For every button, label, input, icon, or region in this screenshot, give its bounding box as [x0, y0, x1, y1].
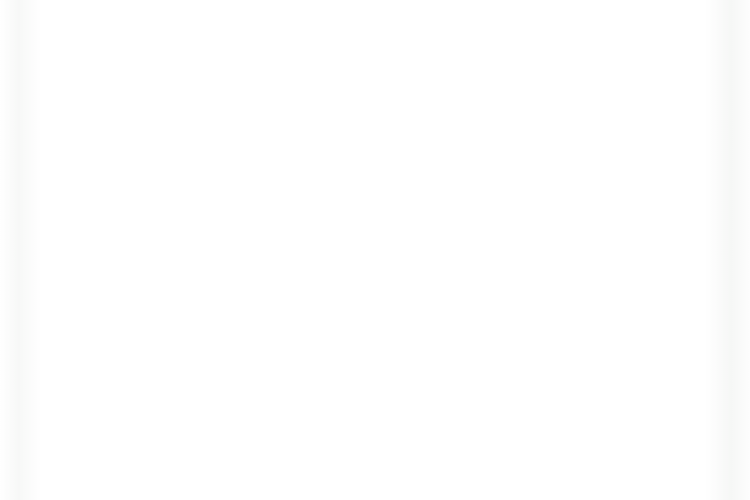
cell-birth-date: 06月22日—07月23日	[418, 195, 718, 229]
column-header-birth-date: 出生日期（阳历）	[418, 44, 718, 81]
scan-speck	[424, 2, 426, 5]
table-row: 射手座 Sagittarius 紫红 11月23日—12月22日	[35, 380, 718, 414]
column-header-english-name: 英文名称	[172, 44, 332, 81]
table-row: 巨蟹座 Cancer 白 06月22日—07月23日	[35, 195, 718, 229]
table-row: 狮子座 Leo 橙 07月24日—08月23日	[35, 232, 718, 266]
cell-color: 淡红	[334, 306, 416, 340]
scan-speck	[624, 2, 626, 5]
cell-zodiac-name: 巨蟹座	[35, 195, 170, 229]
cell-english-name: Virgo	[172, 269, 332, 303]
cell-zodiac-name: 金牛座	[35, 121, 170, 155]
table-row: 双子座 Gemini 黄 05月22日—06月21日	[35, 158, 718, 192]
table-row: 天秤座 Libra 淡红 09月24日—10月23日	[35, 306, 718, 340]
table-row: 天蝎座 Scorpio 深红 10月24日—11月22日	[35, 343, 718, 377]
cell-birth-date: 12月23日—01月22日	[418, 417, 718, 451]
table-body: 白羊座 Aries 红 03月21日—04月20日 金牛座 Taurus 绿 04月21日—0…	[35, 84, 718, 488]
clipped-bottom-row	[33, 492, 718, 500]
cell-zodiac-name: 处女座	[35, 269, 170, 303]
table-row: 金牛座 Taurus 绿 04月21日—05月21日	[35, 121, 718, 155]
clipped-cell-date	[422, 492, 718, 500]
cell-color: 绿	[334, 121, 416, 155]
scan-speck	[357, 2, 359, 5]
table-row: 白羊座 Aries 红 03月21日—04月20日	[35, 84, 718, 118]
cell-birth-date: 08月24日—09月23日	[418, 269, 718, 303]
page-root: 星座名称 英文名称 颜色 出生日期（阳历） 白羊座 Aries 红 03月21日—04…	[0, 0, 750, 500]
cell-zodiac-name: 白羊座	[35, 84, 170, 118]
clipped-cell-name	[33, 492, 168, 500]
cell-color: 橙	[334, 232, 416, 266]
cell-birth-date: 07月24日—08月23日	[418, 232, 718, 266]
clipped-cell-color	[336, 492, 418, 500]
cell-color: 黄	[334, 158, 416, 192]
scan-speck	[441, 2, 443, 5]
table-row: 处女座 Virgo 灰 08月24日—09月23日	[35, 269, 718, 303]
zodiac-table-container: 星座名称 英文名称 颜色 出生日期（阳历） 白羊座 Aries 红 03月21日—04…	[33, 41, 718, 491]
cell-english-name: Gemini	[172, 158, 332, 192]
cell-zodiac-name: 天蝎座	[35, 343, 170, 377]
table-header: 星座名称 英文名称 颜色 出生日期（阳历）	[35, 44, 718, 81]
scan-artifact-strip	[0, 0, 750, 12]
cell-english-name: Scorpio	[172, 343, 332, 377]
cell-english-name: Aries	[172, 84, 332, 118]
clipped-cell-english	[172, 492, 332, 500]
cell-color: 灰	[334, 269, 416, 303]
cell-english-name: Libra	[172, 306, 332, 340]
cell-birth-date: 01月21日—02月19日	[418, 454, 718, 488]
scan-speck	[615, 2, 617, 5]
scan-speck	[348, 2, 350, 5]
cell-birth-date: 09月24日—10月23日	[418, 306, 718, 340]
cell-zodiac-name: 狮子座	[35, 232, 170, 266]
cell-english-name: Capricorn	[172, 417, 332, 451]
cell-english-name: Sagittarius	[172, 380, 332, 414]
cell-color: 黑	[334, 417, 416, 451]
cell-zodiac-name: 摩羯座	[35, 417, 170, 451]
cell-birth-date: 05月22日—06月21日	[418, 158, 718, 192]
cell-birth-date: 03月21日—04月20日	[418, 84, 718, 118]
cell-color: 深红	[334, 343, 416, 377]
cell-birth-date: 10月24日—11月22日	[418, 343, 718, 377]
cell-color: 黑	[334, 454, 416, 488]
cell-english-name: Cancer	[172, 195, 332, 229]
scan-speck	[366, 2, 368, 5]
cell-zodiac-name: 水瓶座	[35, 454, 170, 488]
scan-speck	[606, 2, 608, 5]
cell-zodiac-name: 天秤座	[35, 306, 170, 340]
header-row: 星座名称 英文名称 颜色 出生日期（阳历）	[35, 44, 718, 81]
table-row: 摩羯座 Capricorn 黑 12月23日—01月22日	[35, 417, 718, 451]
cell-zodiac-name: 射手座	[35, 380, 170, 414]
cell-color: 紫红	[334, 380, 416, 414]
column-header-color: 颜色	[334, 44, 416, 81]
cell-zodiac-name: 双子座	[35, 158, 170, 192]
column-header-zodiac-name: 星座名称	[35, 44, 170, 81]
cell-english-name: Leo	[172, 232, 332, 266]
table-row: 水瓶座 Aquarius 黑 01月21日—02月19日	[35, 454, 718, 488]
zodiac-table: 星座名称 英文名称 颜色 出生日期（阳历） 白羊座 Aries 红 03月21日—04…	[33, 41, 720, 491]
cell-english-name: Aquarius	[172, 454, 332, 488]
cell-english-name: Taurus	[172, 121, 332, 155]
scan-speck	[330, 2, 332, 5]
cell-color: 白	[334, 195, 416, 229]
cell-color: 红	[334, 84, 416, 118]
scan-speck	[339, 2, 341, 5]
cell-birth-date: 04月21日—05月21日	[418, 121, 718, 155]
cell-birth-date: 11月23日—12月22日	[418, 380, 718, 414]
